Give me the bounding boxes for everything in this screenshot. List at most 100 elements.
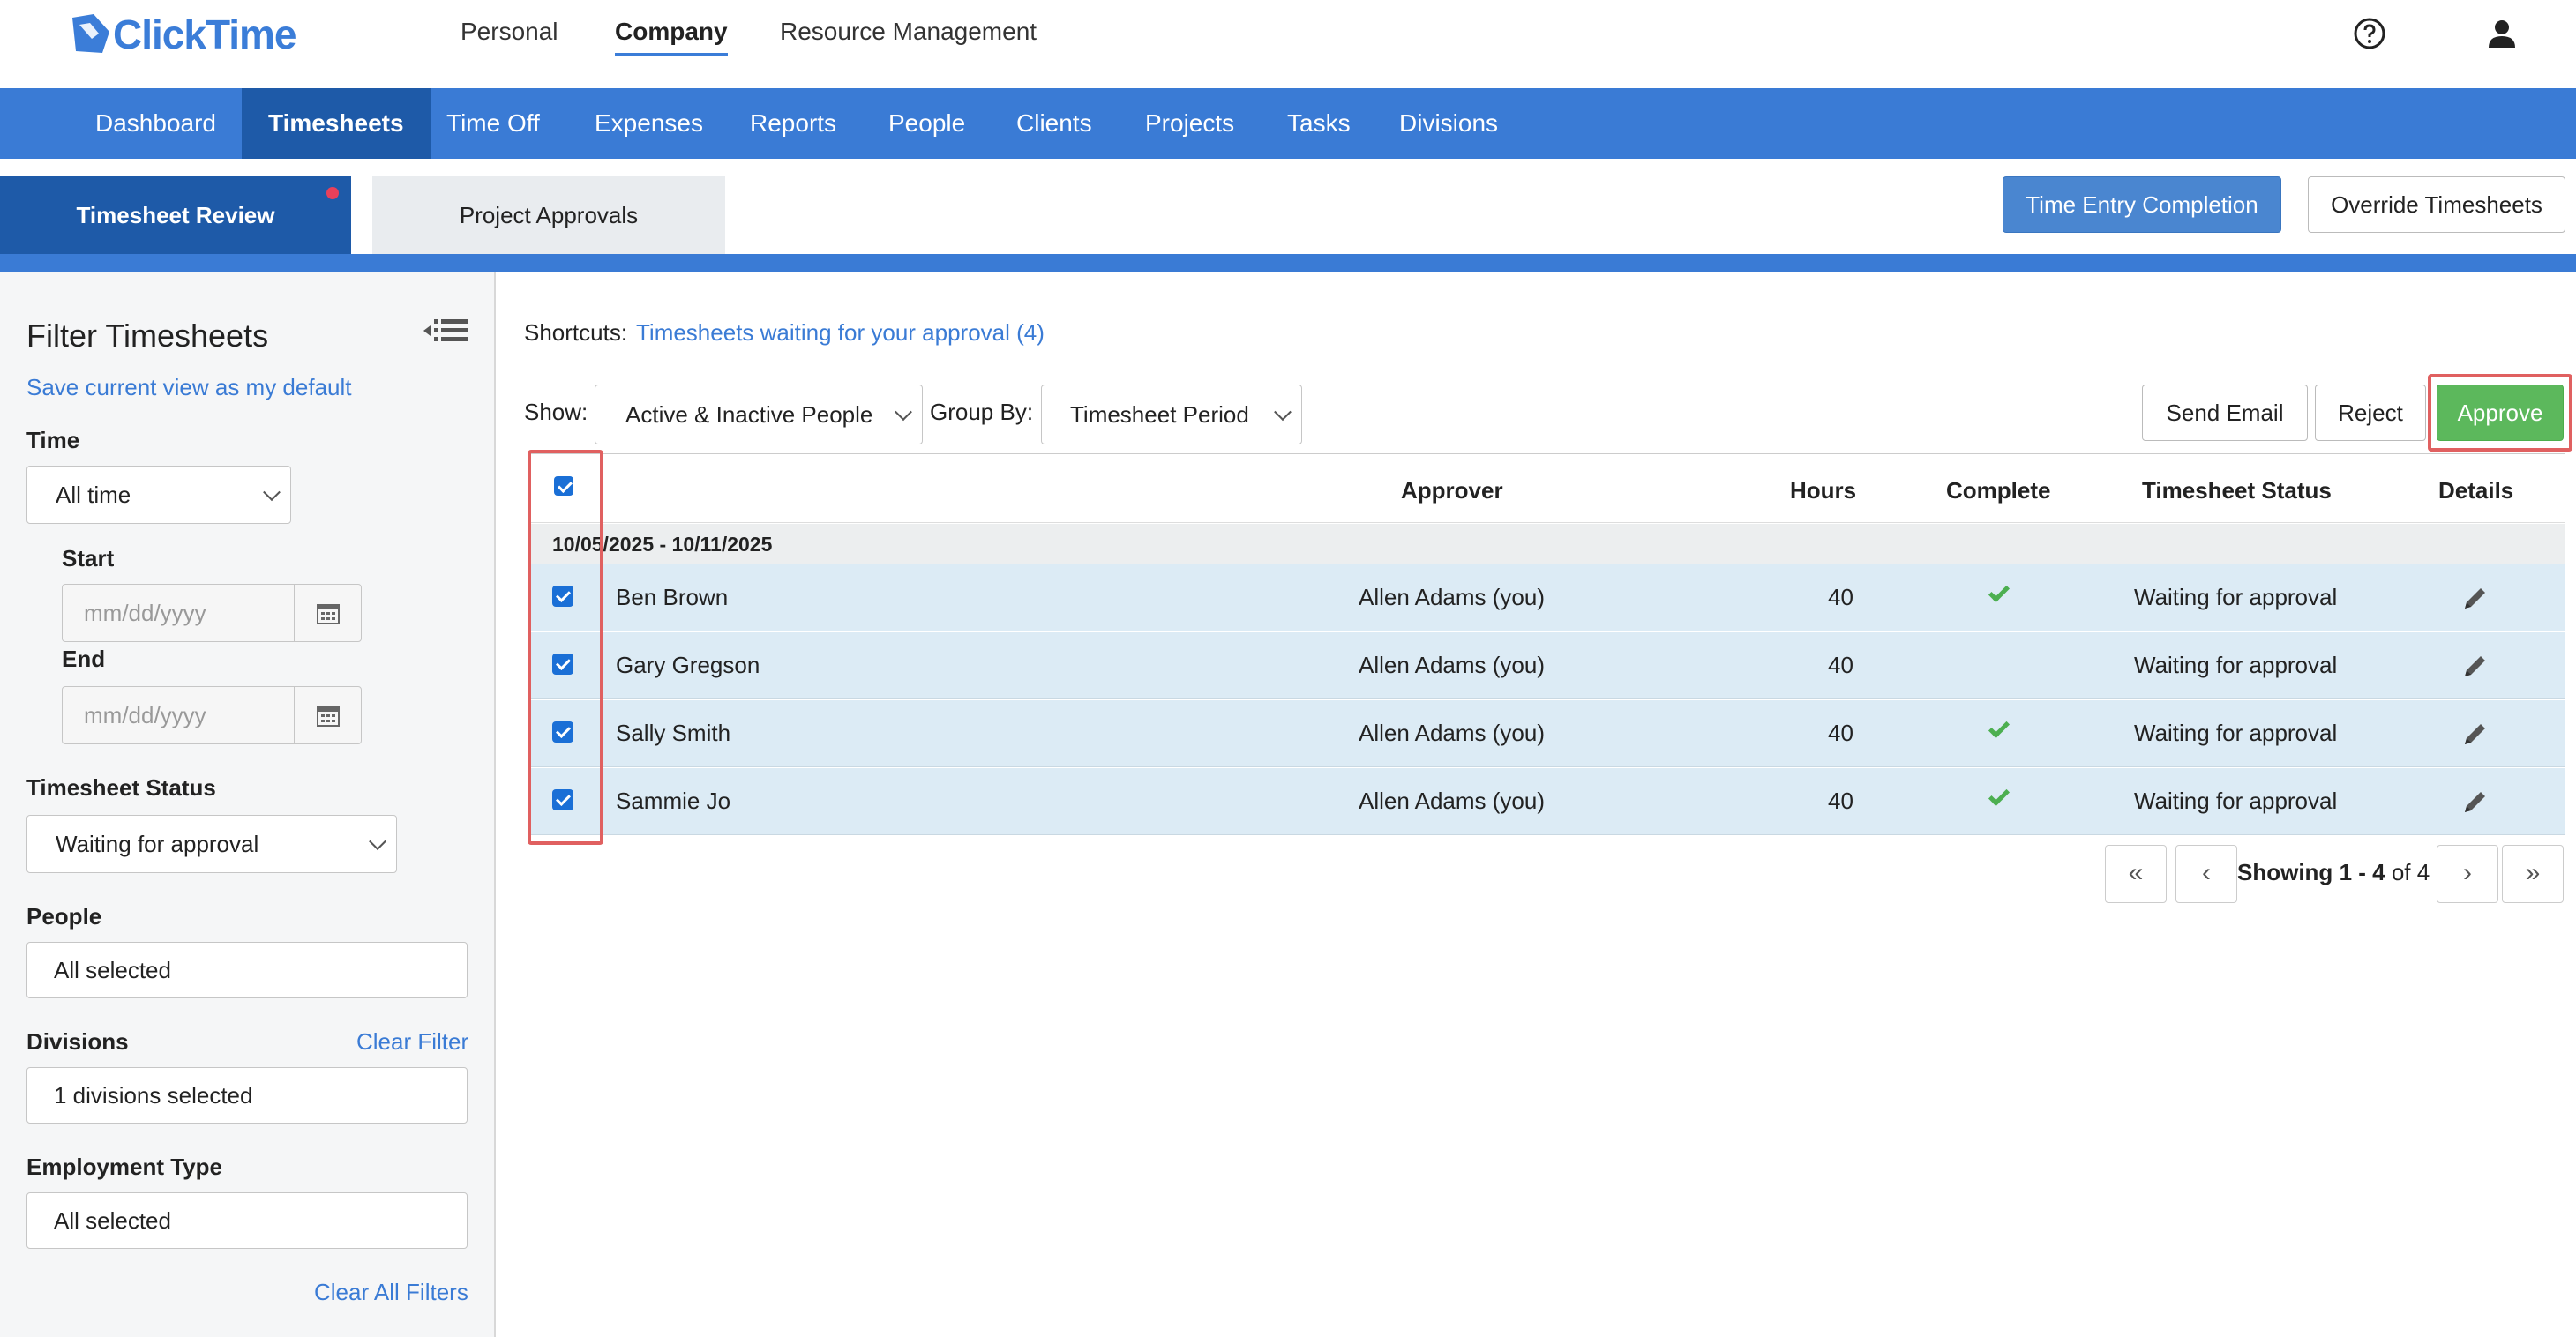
topnav-resource-management[interactable]: Resource Management [780, 18, 1037, 46]
group-by-label: Group By: [930, 399, 1034, 425]
header-complete: Complete [1946, 477, 2051, 504]
show-label: Show: [524, 399, 588, 425]
first-page-button[interactable]: « [2105, 845, 2167, 903]
sub-bar: Timesheet Review Project Approvals Time … [0, 159, 2576, 272]
tab-timesheet-review[interactable]: Timesheet Review [0, 176, 351, 254]
topnav-company[interactable]: Company [615, 18, 728, 56]
employment-type-label: Employment Type [26, 1154, 223, 1180]
row-approver: Allen Adams (you) [1359, 720, 1545, 746]
complete-check-icon [1988, 784, 2011, 807]
blue-strip [0, 254, 2576, 272]
group-by-select[interactable]: Timesheet Period [1041, 385, 1302, 444]
show-select[interactable]: Active & Inactive People [595, 385, 923, 444]
calendar-icon [316, 706, 340, 727]
row-name: Sally Smith [616, 720, 731, 746]
edit-pencil-icon[interactable] [2461, 652, 2490, 680]
row-hours: 40 [1828, 652, 1853, 678]
people-select-value: All selected [54, 956, 171, 983]
nav-timesheets[interactable]: Timesheets [242, 88, 431, 159]
nav-time-off[interactable]: Time Off [446, 88, 540, 159]
row-approver: Allen Adams (you) [1359, 584, 1545, 610]
people-select[interactable]: All selected [26, 942, 468, 998]
nav-people[interactable]: People [888, 88, 965, 159]
save-default-link[interactable]: Save current view as my default [26, 374, 352, 401]
collapse-list-icon[interactable] [422, 317, 469, 344]
show-select-value: Active & Inactive People [625, 400, 873, 428]
row-name: Gary Gregson [616, 652, 760, 678]
end-label: End [62, 646, 106, 672]
status-select[interactable]: Waiting for approval [26, 815, 397, 873]
row-hours: 40 [1828, 584, 1853, 610]
table-row[interactable]: Gary Gregson Allen Adams (you) 40 Waitin… [528, 632, 2565, 699]
end-date-input[interactable]: mm/dd/yyyy [62, 686, 362, 744]
divisions-select[interactable]: 1 divisions selected [26, 1067, 468, 1124]
nav-dashboard[interactable]: Dashboard [95, 88, 216, 159]
nav-clients[interactable]: Clients [1016, 88, 1092, 159]
start-label: Start [62, 545, 115, 571]
status-select-value: Waiting for approval [56, 830, 259, 857]
topnav-personal[interactable]: Personal [461, 18, 558, 46]
row-status: Waiting for approval [2134, 788, 2338, 814]
divisions-label: Divisions [26, 1028, 129, 1055]
status-label: Timesheet Status [26, 774, 216, 801]
table-row[interactable]: Ben Brown Allen Adams (you) 40 Waiting f… [528, 564, 2565, 631]
override-timesheets-button[interactable]: Override Timesheets [2308, 176, 2565, 233]
row-name: Sammie Jo [616, 788, 731, 814]
table-row[interactable]: Sally Smith Allen Adams (you) 40 Waiting… [528, 700, 2565, 767]
help-icon[interactable] [2352, 16, 2387, 51]
row-status: Waiting for approval [2134, 720, 2338, 746]
end-calendar-button[interactable] [294, 687, 361, 743]
start-calendar-button[interactable] [294, 585, 361, 641]
edit-pencil-icon[interactable] [2461, 720, 2490, 748]
last-page-button[interactable]: » [2502, 845, 2564, 903]
nav-reports[interactable]: Reports [750, 88, 836, 159]
nav-expenses[interactable]: Expenses [595, 88, 703, 159]
tab-timesheet-review-label: Timesheet Review [76, 202, 275, 228]
clear-all-filters-link[interactable]: Clear All Filters [314, 1279, 468, 1306]
start-date-placeholder: mm/dd/yyyy [84, 599, 206, 626]
logo-text: ClickTime [113, 11, 296, 57]
people-label: People [26, 903, 102, 930]
employment-type-select[interactable]: All selected [26, 1192, 468, 1249]
row-approver: Allen Adams (you) [1359, 788, 1545, 814]
user-icon[interactable] [2484, 16, 2520, 51]
time-select-value: All time [56, 481, 131, 508]
chevron-down-icon [1274, 403, 1292, 422]
shortcuts-label: Shortcuts: [524, 319, 628, 346]
nav-projects[interactable]: Projects [1145, 88, 1234, 159]
header-details: Details [2438, 477, 2514, 504]
double-chevron-right-icon: » [2525, 858, 2541, 887]
header-timesheet-status: Timesheet Status [2142, 477, 2332, 504]
clicktime-logo-icon [72, 14, 109, 53]
shortcut-waiting-link[interactable]: Timesheets waiting for your approval (4) [636, 319, 1045, 347]
reject-button[interactable]: Reject [2315, 385, 2426, 441]
row-hours: 40 [1828, 788, 1853, 814]
chevron-left-icon: ‹ [2202, 858, 2211, 887]
edit-pencil-icon[interactable] [2461, 584, 2490, 612]
chevron-down-icon [895, 403, 912, 422]
row-status: Waiting for approval [2134, 584, 2338, 610]
start-date-input[interactable]: mm/dd/yyyy [62, 584, 362, 642]
logo[interactable]: ClickTime [67, 11, 296, 58]
chevron-down-icon [369, 833, 386, 851]
calendar-icon [316, 604, 340, 624]
time-entry-completion-button[interactable]: Time Entry Completion [2003, 176, 2281, 233]
notification-dot [326, 187, 339, 199]
group-by-select-value: Timesheet Period [1070, 400, 1249, 428]
prev-page-button[interactable]: ‹ [2175, 845, 2237, 903]
nav-tasks[interactable]: Tasks [1287, 88, 1351, 159]
next-page-button[interactable]: › [2437, 845, 2498, 903]
end-date-placeholder: mm/dd/yyyy [84, 701, 206, 728]
clear-filter-link[interactable]: Clear Filter [356, 1028, 468, 1056]
row-approver: Allen Adams (you) [1359, 652, 1545, 678]
table-row[interactable]: Sammie Jo Allen Adams (you) 40 Waiting f… [528, 768, 2565, 835]
nav-divisions[interactable]: Divisions [1399, 88, 1498, 159]
group-row: 10/05/2025 - 10/11/2025 [528, 524, 2565, 564]
chevron-right-icon: › [2463, 858, 2472, 887]
time-select[interactable]: All time [26, 466, 291, 524]
tab-project-approvals[interactable]: Project Approvals [372, 176, 725, 254]
top-bar: ClickTime Personal Company Resource Mana… [0, 0, 2576, 88]
edit-pencil-icon[interactable] [2461, 788, 2490, 816]
highlight-checkboxes [528, 450, 603, 845]
send-email-button[interactable]: Send Email [2142, 385, 2308, 441]
